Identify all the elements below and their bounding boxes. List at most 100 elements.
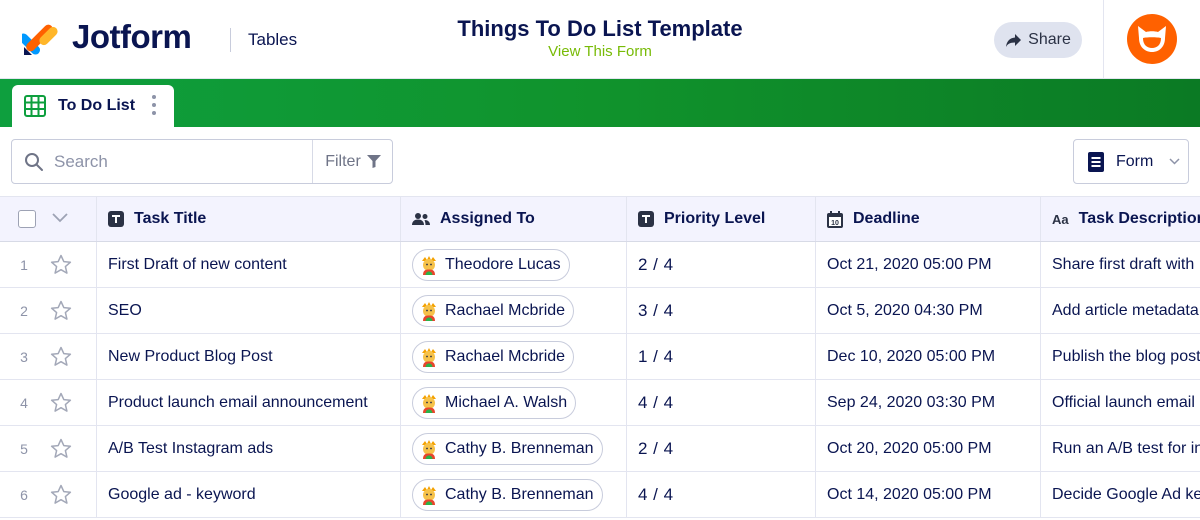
tab-to-do-list[interactable]: To Do List [12,85,174,127]
select-all-cell [0,197,97,241]
filter-button[interactable]: Filter [313,140,393,183]
favorite-star-button[interactable] [50,300,72,326]
assigned-to-cell[interactable]: Cathy B. Brenneman [401,426,627,471]
header-divider [1103,0,1104,79]
search-input[interactable] [54,140,312,183]
share-button[interactable]: Share [994,22,1082,58]
tab-label: To Do List [58,97,136,114]
favorite-star-button[interactable] [50,484,72,510]
assignee-chip[interactable]: Cathy B. Brenneman [412,432,603,465]
priority-level-cell[interactable]: 4 / 4 [627,380,816,425]
assignee-chip[interactable]: Rachael Mcbride [412,340,575,373]
favorite-star-button[interactable] [50,392,72,418]
table-row[interactable]: 5 A/B Test Instagram ads Cathy B. Brennema… [0,426,1200,472]
task-title-cell[interactable]: Product launch email announcement [97,380,401,425]
share-arrow-icon [1006,33,1022,47]
search-box: Filter [11,139,393,184]
table-header-row: Task Title Assigned To Priority Level 10… [0,196,1200,242]
table-grid-icon [24,95,46,117]
task-title-cell[interactable]: New Product Blog Post [97,334,401,379]
task-description: Add article metadata [1052,301,1199,319]
table-row[interactable]: 1 First Draft of new content Theodore Luca… [0,242,1200,288]
task-description: Official launch email [1052,393,1195,411]
table-row[interactable]: 2 SEO Rachael Mcbride 3 / 4 Oct 5, 2020 04:3… [0,288,1200,334]
task-title-cell[interactable]: Google ad - keyword [97,472,401,517]
product-name[interactable]: Tables [248,30,297,50]
favorite-star-button[interactable] [50,438,72,464]
assignee-name: Rachael Mcbride [445,301,566,319]
form-button[interactable]: Form [1073,139,1189,184]
text-type-icon [638,211,654,227]
row-number: 3 [20,348,28,365]
priority-level: 3 / 4 [638,300,674,320]
column-header-assigned-to[interactable]: Assigned To [401,197,627,241]
row-select-cell: 6 [0,472,97,517]
view-form-link[interactable]: View This Form [400,43,800,60]
task-title-cell[interactable]: First Draft of new content [97,242,401,287]
deadline-cell[interactable]: Oct 5, 2020 04:30 PM [816,288,1041,333]
priority-level-cell[interactable]: 2 / 4 [627,242,816,287]
task-description-cell[interactable]: Official launch email [1041,380,1200,425]
task-description-cell[interactable]: Share first draft with [1041,242,1200,287]
favorite-star-button[interactable] [50,346,72,372]
assigned-to-cell[interactable]: Michael A. Walsh [401,380,627,425]
assigned-to-cell[interactable]: Theodore Lucas [401,242,627,287]
priority-level-cell[interactable]: 1 / 4 [627,334,816,379]
task-description-cell[interactable]: Run an A/B test for in [1041,426,1200,471]
task-description-cell[interactable]: Publish the blog post [1041,334,1200,379]
task-title-cell[interactable]: A/B Test Instagram ads [97,426,401,471]
priority-level-cell[interactable]: 3 / 4 [627,288,816,333]
tab-more-icon[interactable] [152,95,156,115]
deadline: Sep 24, 2020 03:30 PM [827,393,996,411]
star-icon [50,438,72,458]
deadline: Oct 5, 2020 04:30 PM [827,301,983,319]
users-icon [412,213,430,225]
filter-funnel-icon [366,155,381,168]
column-header-task-title[interactable]: Task Title [97,197,401,241]
column-label: Assigned To [440,210,535,227]
form-label: Form [1116,152,1154,170]
column-label: Priority Level [664,210,766,227]
jotform-logo-icon[interactable] [22,19,60,57]
deadline-cell[interactable]: Sep 24, 2020 03:30 PM [816,380,1041,425]
column-header-task-description[interactable]: Aa Task Description [1041,197,1200,241]
column-header-deadline[interactable]: 10 Deadline [816,197,1041,241]
task-title: Product launch email announcement [108,393,368,411]
select-all-checkbox[interactable] [18,210,36,228]
table-row[interactable]: 4 Product launch email announcement Michae… [0,380,1200,426]
assigned-to-cell[interactable]: Rachael Mcbride [401,288,627,333]
table-row[interactable]: 6 Google ad - keyword Cathy B. Brenneman 4 … [0,472,1200,518]
chevron-down-icon [1169,158,1180,165]
deadline: Oct 20, 2020 05:00 PM [827,439,992,457]
deadline-cell[interactable]: Oct 14, 2020 05:00 PM [816,472,1041,517]
assigned-to-cell[interactable]: Cathy B. Brenneman [401,472,627,517]
user-avatar[interactable] [1127,14,1177,64]
priority-level-cell[interactable]: 4 / 4 [627,472,816,517]
text-type-icon [108,211,124,227]
assignee-chip[interactable]: Rachael Mcbride [412,294,575,327]
task-description-cell[interactable]: Add article metadata [1041,288,1200,333]
font-aa-icon: Aa [1052,211,1069,227]
row-number: 4 [20,394,28,411]
star-icon [50,392,72,412]
brand-name[interactable]: Jotform [72,18,192,56]
deadline-cell[interactable]: Oct 21, 2020 05:00 PM [816,242,1041,287]
person-avatar-icon [422,255,436,275]
deadline-cell[interactable]: Oct 20, 2020 05:00 PM [816,426,1041,471]
assigned-to-cell[interactable]: Rachael Mcbride [401,334,627,379]
assignee-chip[interactable]: Cathy B. Brenneman [412,478,603,511]
assignee-name: Michael A. Walsh [445,393,568,411]
column-header-priority-level[interactable]: Priority Level [627,197,816,241]
favorite-star-button[interactable] [50,254,72,280]
assignee-chip[interactable]: Theodore Lucas [412,248,570,281]
calendar-icon: 10 [827,210,843,228]
assignee-chip[interactable]: Michael A. Walsh [412,386,577,419]
deadline-cell[interactable]: Dec 10, 2020 05:00 PM [816,334,1041,379]
priority-level-cell[interactable]: 2 / 4 [627,426,816,471]
task-description-cell[interactable]: Decide Google Ad key [1041,472,1200,517]
cat-avatar-icon [1138,26,1166,52]
task-title-cell[interactable]: SEO [97,288,401,333]
chevron-down-icon[interactable] [52,213,68,223]
deadline: Oct 21, 2020 05:00 PM [827,255,992,273]
table-row[interactable]: 3 New Product Blog Post Rachael Mcbride 1 /… [0,334,1200,380]
